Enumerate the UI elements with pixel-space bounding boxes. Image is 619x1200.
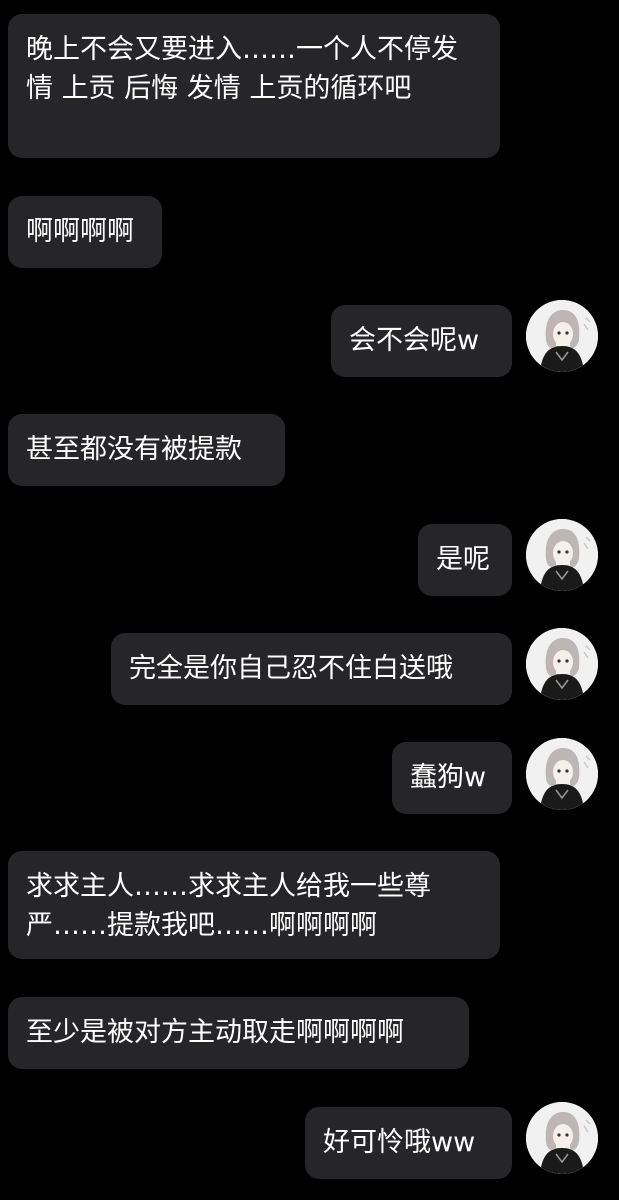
message-bubble-sent[interactable]: 好可怜哦ww [305, 1107, 512, 1179]
contact-avatar[interactable] [526, 628, 598, 700]
anime-girl-avatar-icon [526, 519, 598, 591]
message-bubble-sent[interactable]: 是呢 [418, 524, 512, 596]
contact-avatar[interactable] [526, 300, 598, 372]
anime-girl-avatar-icon [526, 300, 598, 372]
message-bubble-received[interactable]: 晚上不会又要进入……一个人不停发情 上贡 后悔 发情 上贡的循环吧 [8, 14, 500, 158]
message-bubble-sent[interactable]: 完全是你自己忍不住白送哦 [111, 633, 512, 705]
contact-avatar[interactable] [526, 1102, 598, 1174]
contact-avatar[interactable] [526, 738, 598, 810]
anime-girl-avatar-icon [526, 1102, 598, 1174]
anime-girl-avatar-icon [526, 628, 598, 700]
message-bubble-received[interactable]: 甚至都没有被提款 [8, 414, 285, 486]
anime-girl-avatar-icon [526, 738, 598, 810]
message-bubble-received[interactable]: 啊啊啊啊 [8, 196, 162, 268]
contact-avatar[interactable] [526, 519, 598, 591]
message-bubble-sent[interactable]: 会不会呢w [331, 305, 512, 377]
message-bubble-received[interactable]: 求求主人……求求主人给我一些尊严……提款我吧……啊啊啊啊 [8, 851, 500, 959]
message-bubble-received[interactable]: 至少是被对方主动取走啊啊啊啊 [8, 997, 469, 1069]
chat-thread: 晚上不会又要进入……一个人不停发情 上贡 后悔 发情 上贡的循环吧 啊啊啊啊 会… [0, 0, 619, 1200]
message-bubble-sent[interactable]: 蠢狗w [392, 742, 512, 814]
